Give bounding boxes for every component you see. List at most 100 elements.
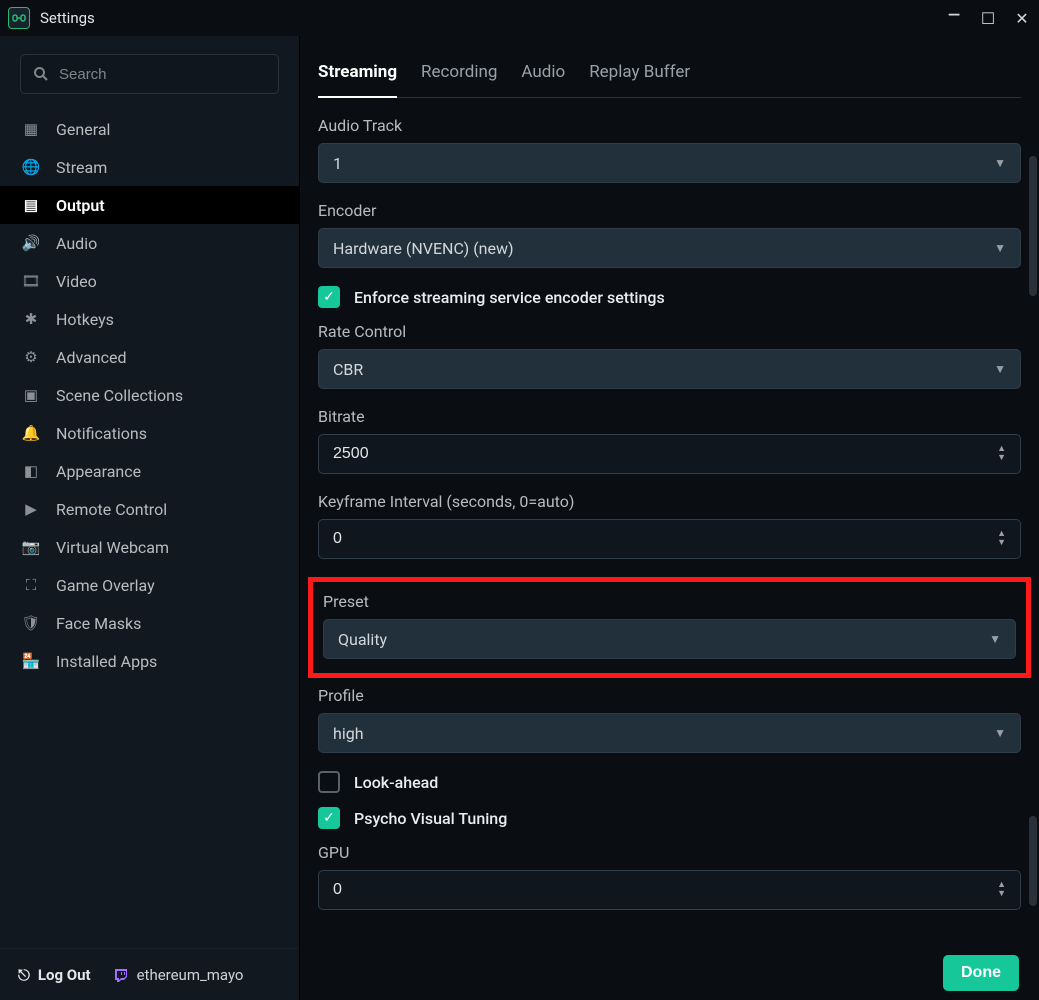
sidebar-item-notifications[interactable]: 🔔 Notifications [0,414,299,452]
chip-icon: ▤ [20,196,42,214]
grid-icon: ▦ [20,120,42,138]
app-logo-icon [8,7,30,29]
sidebar-item-hotkeys[interactable]: ✱Hotkeys [0,300,299,338]
tabs: Streaming Recording Audio Replay Buffer [318,54,1021,98]
enforce-label: Enforce streaming service encoder settin… [354,288,665,307]
sidebar-item-label: Installed Apps [56,652,157,671]
minimize-button[interactable]: — [945,5,963,24]
bitrate-value[interactable] [333,445,997,463]
expand-icon: ⛶ [20,576,42,594]
sidebar-item-label: Virtual Webcam [56,538,169,557]
preset-highlight: Preset Quality ▼ [308,577,1031,678]
sidebar-item-label: Audio [56,234,97,253]
sidebar-item-label: Remote Control [56,500,167,519]
film-icon: 🎞 [20,272,42,290]
logout-icon: ⎋ [18,966,30,984]
sidebar-item-video[interactable]: 🎞Video [0,262,299,300]
keyframe-value[interactable] [333,530,997,548]
scrollbar-thumb[interactable] [1029,156,1037,296]
tab-recording[interactable]: Recording [421,54,497,97]
sidebar-item-label: Game Overlay [56,576,155,595]
sidebar-item-stream[interactable]: 🌐Stream [0,148,299,186]
sidebar-item-remote-control[interactable]: ▶ Remote Control [0,490,299,528]
sidebar-item-audio[interactable]: 🔊 Audio [0,224,299,262]
bell-icon: 🔔 [20,424,42,442]
search-icon [33,66,49,82]
speaker-icon: 🔊 [20,234,42,252]
sidebar-item-installed-apps[interactable]: 🏪 Installed Apps [0,642,299,680]
tab-replay-buffer[interactable]: Replay Buffer [589,54,690,97]
tab-audio[interactable]: Audio [521,54,565,97]
select-value: CBR [333,360,363,379]
sidebar-item-label: Notifications [56,424,147,443]
encoder-label: Encoder [318,201,1021,220]
sidebar-item-label: Scene Collections [56,386,183,405]
play-icon: ▶ [20,500,42,518]
profile-select[interactable]: high ▼ [318,713,1021,753]
rate-control-select[interactable]: CBR ▼ [318,349,1021,389]
sidebar-item-label: Output [56,196,105,215]
scrollbar-thumb[interactable] [1029,816,1037,906]
bitrate-label: Bitrate [318,407,1021,426]
select-value: 1 [333,154,342,173]
psycho-label: Psycho Visual Tuning [354,809,507,828]
maximize-button[interactable]: ☐ [979,9,997,28]
gpu-input[interactable]: ▲▼ [318,870,1021,910]
user-chip[interactable]: ethereum_mayo [113,966,244,984]
main-panel: Streaming Recording Audio Replay Buffer … [300,36,1039,1000]
spinner-icon[interactable]: ▲▼ [997,881,1006,899]
layers-icon: ▣ [20,386,42,404]
search-input[interactable] [59,66,266,83]
sidebar-item-output[interactable]: ▤ Output [0,186,299,224]
chevron-down-icon: ▼ [994,241,1006,255]
sidebar-item-general[interactable]: ▦ General [0,110,299,148]
store-icon: 🏪 [20,652,42,670]
chevron-down-icon: ▼ [994,362,1006,376]
sidebar-item-virtual-webcam[interactable]: 📷 Virtual Webcam [0,528,299,566]
psycho-checkbox[interactable]: ✓ [318,807,340,829]
chevron-down-icon: ▼ [994,726,1006,740]
twitch-icon [113,967,129,983]
sidebar-item-label: Face Masks [56,614,141,633]
camera-icon: 📷 [20,538,42,556]
preset-select[interactable]: Quality ▼ [323,619,1016,659]
username-label: ethereum_mayo [137,966,244,984]
enforce-checkbox[interactable]: ✓ [318,286,340,308]
select-value: high [333,724,364,743]
keyframe-label: Keyframe Interval (seconds, 0=auto) [318,492,1021,511]
sidebar-item-appearance[interactable]: ◧ Appearance [0,452,299,490]
audio-track-select[interactable]: 1 ▼ [318,143,1021,183]
lookahead-label: Look-ahead [354,773,438,792]
gpu-label: GPU [318,843,1021,862]
gears-icon: ⚙ [20,348,42,366]
sidebar-item-game-overlay[interactable]: ⛶ Game Overlay [0,566,299,604]
rate-control-label: Rate Control [318,322,1021,341]
profile-label: Profile [318,686,1021,705]
spinner-icon[interactable]: ▲▼ [997,530,1006,548]
select-value: Quality [338,630,387,649]
search-input-wrap[interactable] [20,54,279,94]
window-title: Settings [40,9,95,27]
close-button[interactable]: ✕ [1013,9,1031,28]
titlebar: Settings — ☐ ✕ [0,0,1039,36]
keyframe-input[interactable]: ▲▼ [318,519,1021,559]
sidebar-item-label: Stream [56,158,107,177]
gear-icon: ✱ [20,310,42,328]
tab-streaming[interactable]: Streaming [318,54,397,98]
spinner-icon[interactable]: ▲▼ [997,445,1006,463]
sidebar-item-advanced[interactable]: ⚙Advanced [0,338,299,376]
gpu-value[interactable] [333,881,997,899]
bitrate-input[interactable]: ▲▼ [318,434,1021,474]
sidebar: ▦ General 🌐Stream ▤ Output 🔊 Audio 🎞Video ✱… [0,36,300,1000]
logout-button[interactable]: ⎋ Log Out [18,966,91,984]
sidebar-item-label: General [56,120,110,139]
chevron-down-icon: ▼ [989,632,1001,646]
sidebar-item-face-masks[interactable]: 🛡Face Masks [0,604,299,642]
palette-icon: ◧ [20,462,42,480]
lookahead-checkbox[interactable] [318,771,340,793]
sidebar-item-scene-collections[interactable]: ▣ Scene Collections [0,376,299,414]
logout-label: Log Out [38,966,91,984]
sidebar-item-label: Appearance [56,462,141,481]
encoder-select[interactable]: Hardware (NVENC) (new) ▼ [318,228,1021,268]
done-button[interactable]: Done [943,955,1019,991]
